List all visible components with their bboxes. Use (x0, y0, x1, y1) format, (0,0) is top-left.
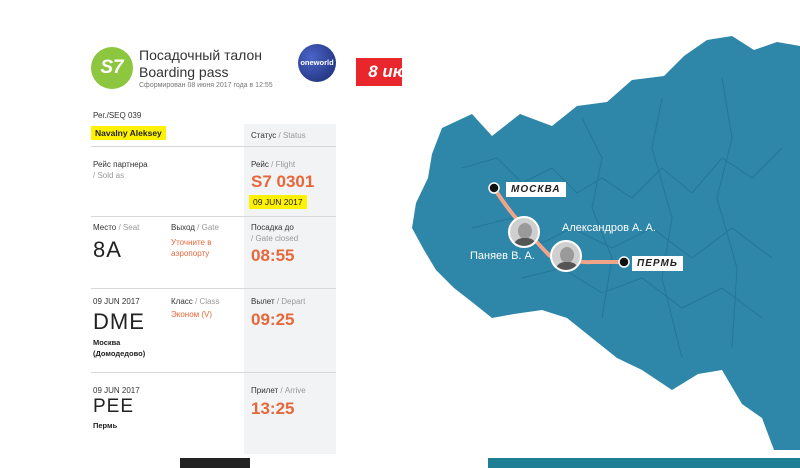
departure-city: Москва (93, 338, 121, 347)
arrive-time: 13:25 (251, 399, 295, 418)
flight-date: 09 JUN 2017 (249, 195, 307, 209)
bottom-strip-dark (180, 458, 250, 468)
class-label: Класс / Class (171, 297, 220, 306)
partner-flight-label: Рейс партнера (93, 160, 148, 169)
divider (91, 216, 336, 217)
flight-number: S7 0301 (251, 172, 315, 191)
boarding-time: 08:55 (251, 246, 295, 265)
oneworld-logo: oneworld (298, 44, 336, 82)
perm-point (618, 256, 630, 268)
passenger-name: Navalny Aleksey (91, 126, 166, 140)
s7-logo: S7 (91, 47, 133, 89)
seq-label: Рег./SEQ 039 (93, 111, 142, 120)
gate-value-line-2: аэропорту (171, 249, 210, 258)
arrival-date: 09 JUN 2017 (93, 386, 140, 395)
city-label-moscow: МОСКВА (506, 182, 566, 197)
map-shape (412, 36, 800, 450)
departure-airport-code: DME (93, 309, 145, 334)
city-label-perm: ПЕРМЬ (632, 256, 683, 271)
departure-date: 09 JUN 2017 (93, 297, 140, 306)
arrival-city: Пермь (93, 421, 118, 430)
gate-value-line-1: Уточните в (171, 238, 212, 247)
portrait-aleksandrov (550, 240, 582, 272)
divider (91, 146, 336, 147)
seat-value: 8A (93, 237, 122, 262)
arrival-airport-code: PEE (93, 396, 135, 417)
boarding-pass-title-ru: Посадочный талон (139, 47, 262, 63)
divider (91, 372, 336, 373)
russia-map: МОСКВА ПЕРМЬ Паняев В. А. Александров А.… (402, 18, 800, 450)
formed-timestamp: Сформирован 08 июня 2017 года в 12:55 (139, 82, 273, 89)
flight-label: Рейс / Flight (251, 160, 296, 169)
gate-label: Выход / Gate (171, 223, 219, 232)
divider (91, 288, 336, 289)
status-label: Статус / Status (251, 131, 306, 140)
boarding-pass-title-en: Boarding pass (139, 64, 229, 80)
arrive-label: Прилет / Arrive (251, 386, 306, 395)
boarding-sublabel: / Gate closed (251, 234, 299, 243)
video-frame: S7 Посадочный талон Boarding pass Сформи… (0, 0, 800, 468)
class-value: Эконом (V) (171, 310, 213, 319)
portrait-panyaev (508, 216, 540, 248)
depart-label: Вылет / Depart (251, 297, 306, 306)
label-aleksandrov: Александров А. А. (562, 222, 656, 234)
bottom-strip-teal (488, 458, 800, 468)
moscow-point (488, 182, 500, 194)
label-panyaev: Паняев В. А. (470, 250, 535, 262)
departure-airport-name: (Домодедово) (93, 349, 146, 358)
boarding-label: Посадка до (251, 223, 294, 232)
partner-flight-sublabel: / Sold as (93, 171, 125, 180)
depart-time: 09:25 (251, 310, 295, 329)
seat-label: Место / Seat (93, 223, 140, 232)
